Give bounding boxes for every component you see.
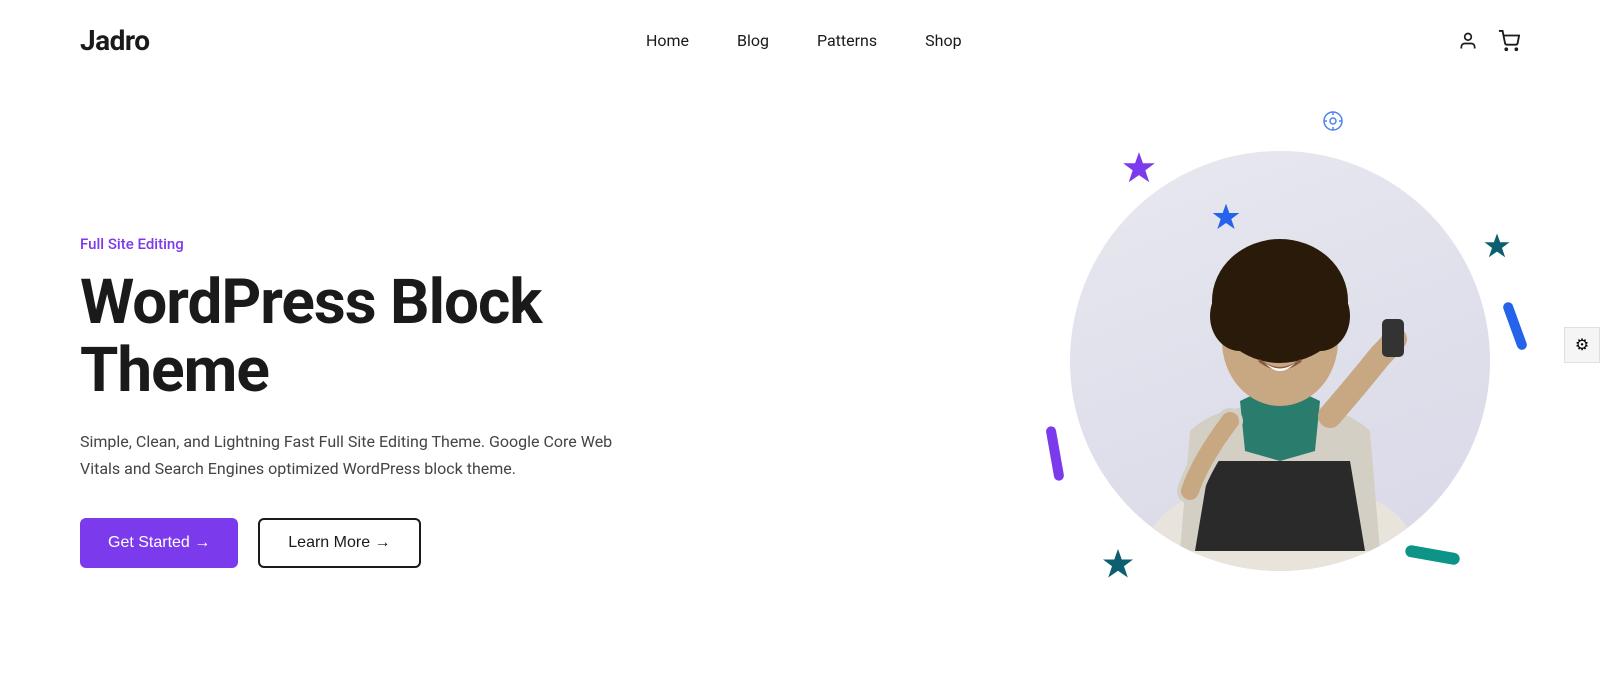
hero-person [1070,151,1490,571]
cart-icon-button[interactable] [1498,30,1520,52]
dash-blue-decoration [1502,301,1528,351]
get-started-button[interactable]: Get Started → [80,518,238,568]
cta-buttons: Get Started → Learn More → [80,518,660,568]
nav-home[interactable]: Home [646,31,689,50]
hero-image-area [1020,81,1540,641]
settings-gear-button[interactable]: ⚙ [1564,327,1600,363]
user-icon-button[interactable] [1458,31,1478,51]
main-nav: Home Blog Patterns Shop [646,31,962,50]
star-blue-decoration [1210,201,1240,231]
main-content: Full Site Editing WordPress Block Theme … [0,81,1600,682]
star-teal-bottom-decoration [1100,546,1136,591]
site-header: Jadro Home Blog Patterns Shop [0,0,1600,81]
dash-purple-decoration [1045,426,1064,482]
hero-tag: Full Site Editing [80,235,660,253]
person-icon [1458,31,1478,51]
hero-title: WordPress Block Theme [80,269,660,405]
hero-description: Simple, Clean, and Lightning Fast Full S… [80,429,620,482]
header-icons [1458,30,1520,52]
nav-blog[interactable]: Blog [737,31,769,50]
focus-icon [1321,109,1345,139]
nav-patterns[interactable]: Patterns [817,31,877,50]
learn-more-button[interactable]: Learn More → [258,518,420,568]
nav-shop[interactable]: Shop [925,31,961,50]
site-logo[interactable]: Jadro [80,24,150,57]
star-teal-decoration [1482,231,1510,259]
gear-icon: ⚙ [1575,335,1589,354]
star-purple-decoration [1120,149,1156,185]
hero-text: Full Site Editing WordPress Block Theme … [80,235,660,568]
cart-icon [1498,30,1520,52]
